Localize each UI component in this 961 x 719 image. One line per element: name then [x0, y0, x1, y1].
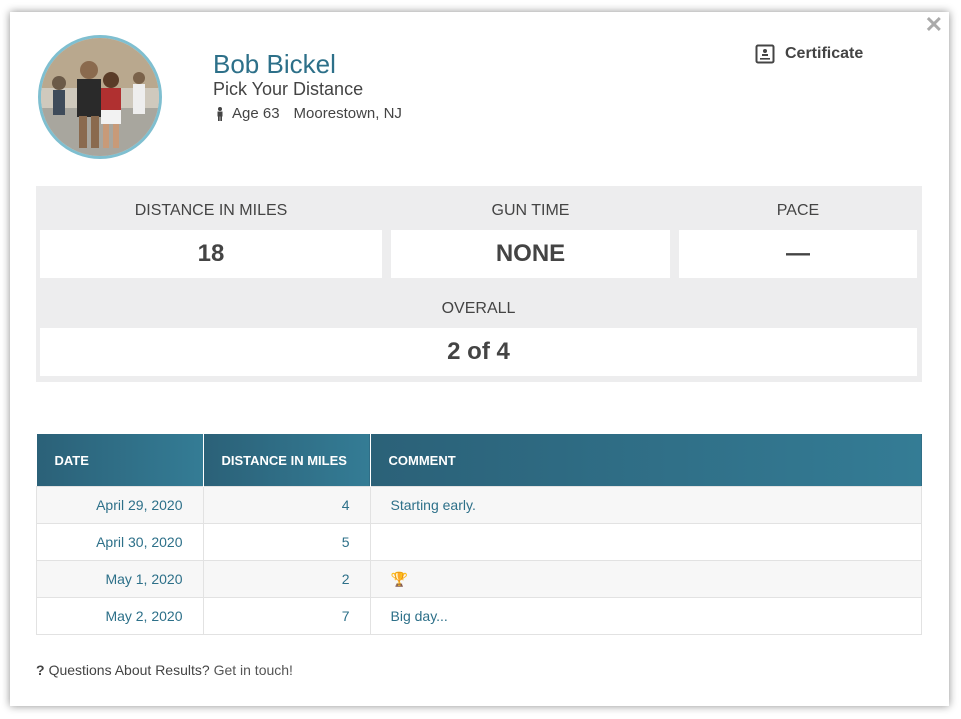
- contact-link[interactable]: Get in touch!: [214, 662, 293, 678]
- pace-label: PACE: [776, 202, 820, 219]
- overall-label: OVERALL: [441, 300, 516, 317]
- gun-time-label: GUN TIME: [491, 202, 570, 219]
- table-row: May 2, 2020 7 Big day...: [36, 597, 922, 635]
- row-date: May 1, 2020: [36, 560, 204, 598]
- column-header-distance[interactable]: DISTANCE IN MILES: [203, 434, 371, 487]
- results-table: DATE DISTANCE IN MILES COMMENT April 29,…: [36, 434, 922, 635]
- pace-value: —: [679, 230, 917, 278]
- distance-label: DISTANCE IN MILES: [134, 202, 288, 219]
- row-date: May 2, 2020: [36, 597, 204, 635]
- table-row: April 29, 2020 4 Starting early.: [36, 486, 922, 524]
- gun-time-value: NONE: [391, 230, 670, 278]
- row-miles: 2: [202, 560, 371, 598]
- distance-value: 18: [40, 230, 382, 278]
- athlete-meta: Age 63 Moorestown, NJ: [216, 105, 402, 122]
- athlete-location: Moorestown, NJ: [293, 105, 402, 122]
- event-name: Pick Your Distance: [213, 79, 364, 99]
- trophy-icon: 🏆: [369, 560, 922, 598]
- row-comment: Big day...: [369, 597, 922, 635]
- close-icon[interactable]: ✕: [925, 14, 943, 36]
- question-icon: ?: [36, 662, 45, 678]
- certificate-button[interactable]: Certificate: [755, 44, 863, 64]
- footer-question: Questions About Results?: [48, 662, 210, 678]
- person-icon: [216, 106, 224, 121]
- athlete-age: Age 63: [232, 105, 280, 122]
- row-comment: Starting early.: [369, 486, 922, 524]
- stats-panel: DISTANCE IN MILES 18 GUN TIME NONE PACE …: [36, 186, 922, 382]
- table-header-row: DATE DISTANCE IN MILES COMMENT: [36, 434, 922, 487]
- results-footer: ? Questions About Results? Get in touch!: [36, 662, 293, 678]
- row-comment: [369, 523, 922, 561]
- row-miles: 7: [202, 597, 371, 635]
- overall-value: 2 of 4: [40, 328, 917, 376]
- avatar: [38, 35, 162, 159]
- row-miles: 4: [202, 486, 371, 524]
- column-header-date[interactable]: DATE: [36, 434, 204, 487]
- column-header-comment[interactable]: COMMENT: [370, 434, 922, 487]
- row-date: April 30, 2020: [36, 523, 204, 561]
- row-date: April 29, 2020: [36, 486, 204, 524]
- certificate-label: Certificate: [785, 45, 864, 62]
- certificate-icon: [755, 44, 775, 64]
- athlete-name: Bob Bickel: [213, 49, 336, 79]
- results-modal: ✕ Bob Bickel Pick Your Distance Age 63 M…: [10, 12, 949, 706]
- table-row: May 1, 2020 2 🏆: [36, 560, 922, 598]
- row-miles: 5: [202, 523, 371, 561]
- table-row: April 30, 2020 5: [36, 523, 922, 561]
